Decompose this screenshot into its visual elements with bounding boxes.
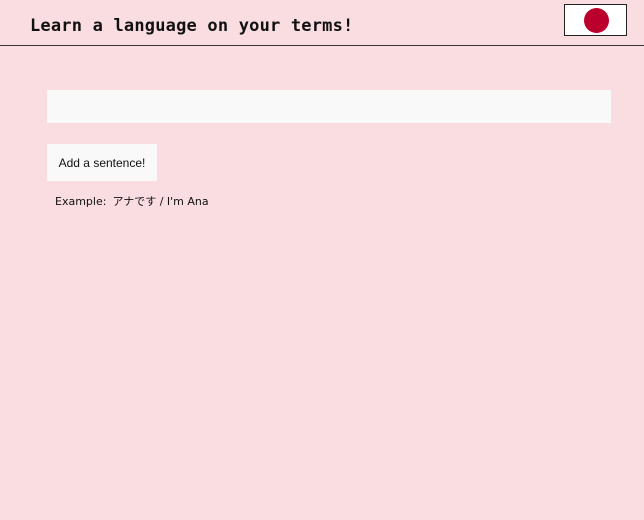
language-select-button[interactable] [564, 4, 627, 36]
add-sentence-button[interactable]: Add a sentence! [47, 144, 157, 181]
page-title: Learn a language on your terms! [30, 16, 354, 36]
japan-flag-icon [584, 8, 609, 33]
example-text: アナです / I'm Ana [112, 195, 209, 208]
example-label: Example: [55, 195, 107, 208]
sentence-input[interactable] [47, 90, 611, 123]
example-hint: Example: アナです / I'm Ana [55, 195, 209, 209]
app-header: Learn a language on your terms! [0, 0, 644, 46]
